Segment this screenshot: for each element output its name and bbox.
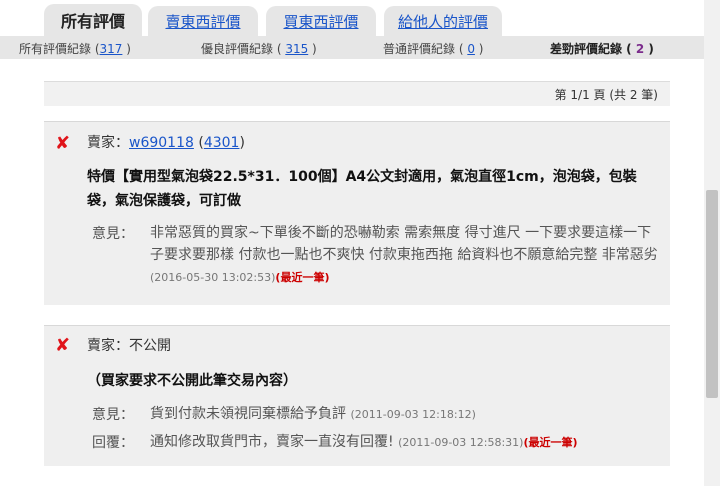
product-title: 特價【實用型氣泡袋22.5*31．100個】A4公文封適用，氣泡直徑1cm，泡泡…: [87, 169, 637, 209]
tab-all-ratings[interactable]: 所有評價: [44, 4, 142, 36]
latest-badge: (最近一筆): [523, 436, 578, 449]
stat-bad-count[interactable]: 2: [636, 42, 644, 56]
negative-rating-icon: ✘: [55, 133, 71, 154]
stat-all-count-link[interactable]: 317: [100, 42, 123, 56]
user-score-link[interactable]: 4301: [204, 135, 240, 151]
product-title: （買家要求不公開此筆交易內容）: [87, 373, 297, 389]
scrollbar-thumb[interactable]: [706, 190, 718, 398]
comment-text: 貨到付款未領視同棄標給予負評 (2011-09-03 12:18:12): [150, 406, 476, 422]
comment-label: 意見：: [92, 407, 134, 423]
tab-seller-ratings[interactable]: 賣東西評價: [148, 6, 258, 36]
pager-bar: 第 1/1 頁 (共 2 筆): [44, 81, 670, 106]
review-user-line: 賣家：不公開: [87, 338, 171, 354]
tab-given-ratings[interactable]: 給他人的評價: [384, 6, 502, 36]
stat-all: 所有評價紀錄 (317 ): [19, 42, 131, 56]
reply-text: 通知修改取貨門市，賣家一直沒有回覆! (2011-09-03 12:58:31)…: [150, 434, 578, 450]
comment-timestamp: (2011-09-03 12:18:12): [350, 408, 476, 421]
comment-label: 意見：: [92, 226, 134, 242]
comment-timestamp: (2016-05-30 13:02:53): [150, 271, 276, 284]
reply-timestamp: (2011-09-03 12:58:31): [398, 436, 524, 449]
stat-normal: 普通評價紀錄 ( 0 ): [383, 42, 484, 56]
rating-stats-bar: 所有評價紀錄 (317 ) 優良評價紀錄 ( 315 ) 普通評價紀錄 ( 0 …: [0, 36, 704, 59]
stat-good: 優良評價紀錄 ( 315 ): [201, 42, 317, 56]
stat-normal-count-link[interactable]: 0: [467, 42, 475, 56]
review-card: ✘ 賣家：w690118 (4301) 特價【實用型氣泡袋22.5*31．100…: [44, 121, 670, 305]
user-id-link[interactable]: w690118: [129, 135, 194, 151]
rating-tabs: 所有評價 賣東西評價 買東西評價 給他人的評價: [0, 0, 704, 36]
page-info: 第 1/1 頁 (共 2 筆): [554, 88, 658, 102]
latest-badge: (最近一筆): [275, 271, 330, 284]
stat-good-count-link[interactable]: 315: [285, 42, 308, 56]
review-user-line: 賣家：w690118 (4301): [87, 135, 245, 151]
negative-rating-icon: ✘: [55, 335, 71, 356]
stat-bad: 差勁評價紀錄 ( 2 ): [550, 42, 654, 56]
tab-buyer-ratings[interactable]: 買東西評價: [266, 6, 376, 36]
review-card: ✘ 賣家：不公開 （買家要求不公開此筆交易內容） 意見： 貨到付款未領視同棄標給…: [44, 325, 670, 466]
comment-text: 非常惡質的買家~下單後不斷的恐嚇勒索 需索無度 得寸進尺 一下要求要這樣一下子要…: [150, 225, 658, 284]
reply-label: 回覆：: [92, 435, 134, 451]
scrollbar-track[interactable]: [704, 0, 720, 486]
